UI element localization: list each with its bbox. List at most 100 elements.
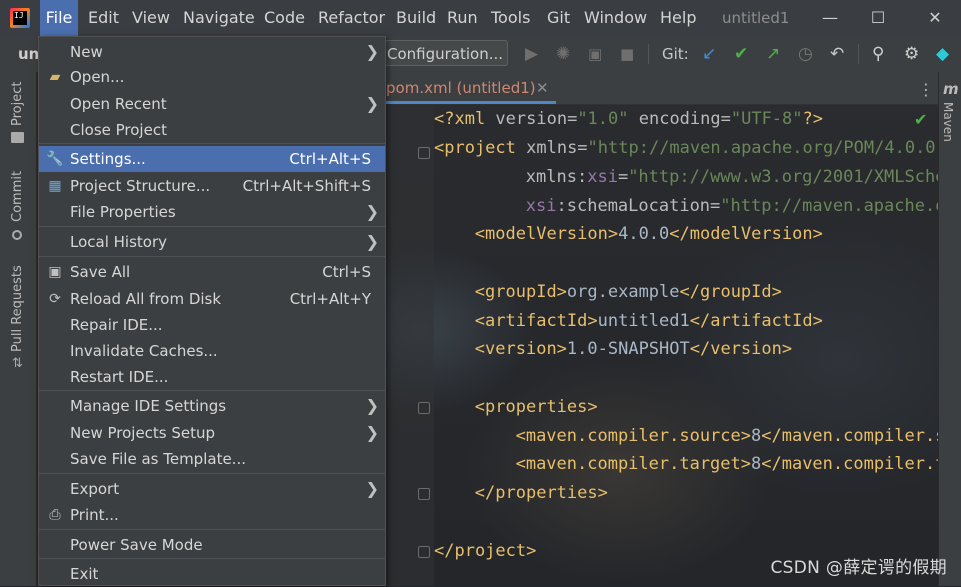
menu-item-settings[interactable]: 🔧 Settings... Ctrl+Alt+S [39,146,385,172]
menu-git[interactable]: Git [547,0,570,36]
pull-requests-icon[interactable]: ⇅ [12,356,23,371]
code-line[interactable]: <?xml version="1.0" encoding="UTF-8"?> [434,105,823,133]
intellij-logo-icon[interactable]: IJ [10,8,30,28]
code-token: ?> [802,109,823,129]
menu-window[interactable]: Window [584,0,647,36]
menu-view[interactable]: View [132,0,170,36]
menu-item-open-recent[interactable]: Open Recent ❯ [39,91,385,117]
code-token: <groupId> [474,282,567,302]
menu-item-label: Invalidate Caches... [70,342,218,360]
history-icon[interactable]: ◷ [798,42,813,66]
menu-item-export[interactable]: Export ❯ [39,476,385,502]
menu-tools[interactable]: Tools [491,0,530,36]
menu-item-close-project[interactable]: Close Project [39,117,385,143]
menu-separator [39,226,385,227]
menu-run[interactable]: Run [447,0,478,36]
menu-edit[interactable]: Edit [88,0,119,36]
wrench-icon: 🔧 [46,151,64,167]
submenu-arrow-icon: ❯ [365,42,379,61]
project-folder-icon[interactable] [11,132,24,143]
pull-requests-tool-tab[interactable]: Pull Requests [10,265,25,352]
menu-navigate[interactable]: Navigate [183,0,255,36]
close-tab-icon[interactable]: ✕ [536,72,549,104]
code-line[interactable]: </project> [434,537,536,565]
menu-item-manage-ide-settings[interactable]: Manage IDE Settings ❯ [39,393,385,419]
menu-help[interactable]: Help [660,0,696,36]
menu-item-repair-ide[interactable]: Repair IDE... [39,312,385,338]
code-line[interactable]: <maven.compiler.target>8</maven.compiler… [516,450,938,478]
menu-item-shortcut: Ctrl+Alt+S [289,150,371,168]
code-line[interactable]: <version>1.0-SNAPSHOT</version> [475,335,792,363]
run-configuration-dropdown[interactable]: Configuration... [380,40,508,66]
more-options-icon[interactable]: ⋮ [918,80,934,99]
code-token: </groupId> [679,282,782,302]
fold-marker-icon[interactable] [418,488,430,500]
code-token: <artifactId> [474,311,598,331]
menu-item-label: File Properties [70,203,176,221]
run-icon[interactable]: ▶ [525,42,538,66]
code-line[interactable]: </properties> [475,479,608,507]
code-line[interactable]: xmlns:xsi="http://www.w3.org/2001/XMLSch… [526,163,938,191]
maven-icon[interactable]: m [943,80,959,98]
commit-icon[interactable] [12,230,22,240]
tab-pom-xml[interactable]: pom.xml (untitled1) ✕ [380,72,556,104]
fold-marker-icon[interactable] [418,147,430,159]
code-token: <maven.compiler.source> [515,426,751,446]
maximize-button[interactable]: ☐ [855,0,901,36]
search-icon[interactable]: ⚲ [872,42,884,66]
fold-marker-icon[interactable] [418,402,430,414]
menu-item-local-history[interactable]: Local History ❯ [39,229,385,255]
menu-refactor[interactable]: Refactor [318,0,385,36]
fold-marker-icon[interactable] [418,546,430,558]
menu-code[interactable]: Code [264,0,305,36]
menu-item-invalidate-caches[interactable]: Invalidate Caches... [39,338,385,364]
debug-icon[interactable]: ✺ [556,42,570,66]
menu-item-save-file-as-template[interactable]: Save File as Template... [39,446,385,472]
menu-item-file-properties[interactable]: File Properties ❯ [39,199,385,225]
menu-item-reload-all[interactable]: ⟳ Reload All from Disk Ctrl+Alt+Y [39,286,385,312]
rollback-icon[interactable]: ↶ [830,42,844,66]
menu-item-open[interactable]: ▰ Open... [39,64,385,90]
code-with-me-icon[interactable]: ◆ [936,42,949,66]
code-line[interactable]: <project xmlns="http://maven.apache.org/… [434,134,938,162]
coverage-icon[interactable]: ▣ [588,42,602,66]
close-button[interactable]: ✕ [912,0,958,36]
reload-icon: ⟳ [49,291,61,307]
code-token: </maven.compiler.target> [761,454,938,474]
code-editor[interactable]: <?xml version="1.0" encoding="UTF-8"?> <p… [434,104,938,586]
menu-build[interactable]: Build [396,0,436,36]
code-token: 8 [751,426,762,446]
no-problems-check-icon[interactable]: ✔ [914,110,927,129]
menu-item-new-projects-setup[interactable]: New Projects Setup ❯ [39,420,385,446]
git-commit-icon[interactable]: ✔ [734,42,748,66]
menu-item-label: New [70,43,103,61]
code-line[interactable]: <properties> [475,393,598,421]
git-update-icon[interactable]: ↙ [702,42,716,66]
code-line[interactable]: <groupId>org.example</groupId> [475,278,782,306]
title-bar: IJ File Edit View Navigate Code Refactor… [0,0,961,36]
menu-item-exit[interactable]: Exit [39,561,385,587]
maven-tool-tab[interactable]: Maven [941,102,955,142]
left-tool-strip: Project Commit ⇅ Pull Requests [0,72,37,586]
gear-icon[interactable]: ⚙ [904,42,919,66]
code-line[interactable]: xsi:schemaLocation="http://maven.apache.… [526,192,938,220]
menu-item-restart-ide[interactable]: Restart IDE... [39,364,385,390]
minimize-button[interactable]: — [807,0,853,36]
code-token: <version> [474,339,567,359]
commit-tool-tab[interactable]: Commit [10,171,25,222]
code-line[interactable]: <modelVersion>4.0.0</modelVersion> [475,220,823,248]
code-token: "http://maven.apache.org/POM/4.0.0" [720,196,938,216]
stop-icon[interactable]: ■ [620,42,634,66]
menu-file[interactable]: File [40,0,78,36]
git-push-icon[interactable]: ↗ [766,42,780,66]
menu-item-print[interactable]: ⎙ Print... [39,502,385,528]
menu-item-power-save-mode[interactable]: Power Save Mode [39,532,385,558]
project-tool-tab[interactable]: Project [10,82,25,126]
menu-item-shortcut: Ctrl+Alt+Y [289,290,371,308]
code-line[interactable]: <maven.compiler.source>8</maven.compiler… [516,422,938,450]
menu-item-save-all[interactable]: ▣ Save All Ctrl+S [39,259,385,285]
submenu-arrow-icon: ❯ [365,479,379,498]
menu-item-new[interactable]: New ❯ [39,39,385,65]
menu-item-project-structure[interactable]: ▦ Project Structure... Ctrl+Alt+Shift+S [39,173,385,199]
code-line[interactable]: <artifactId>untitled1</artifactId> [475,307,823,335]
